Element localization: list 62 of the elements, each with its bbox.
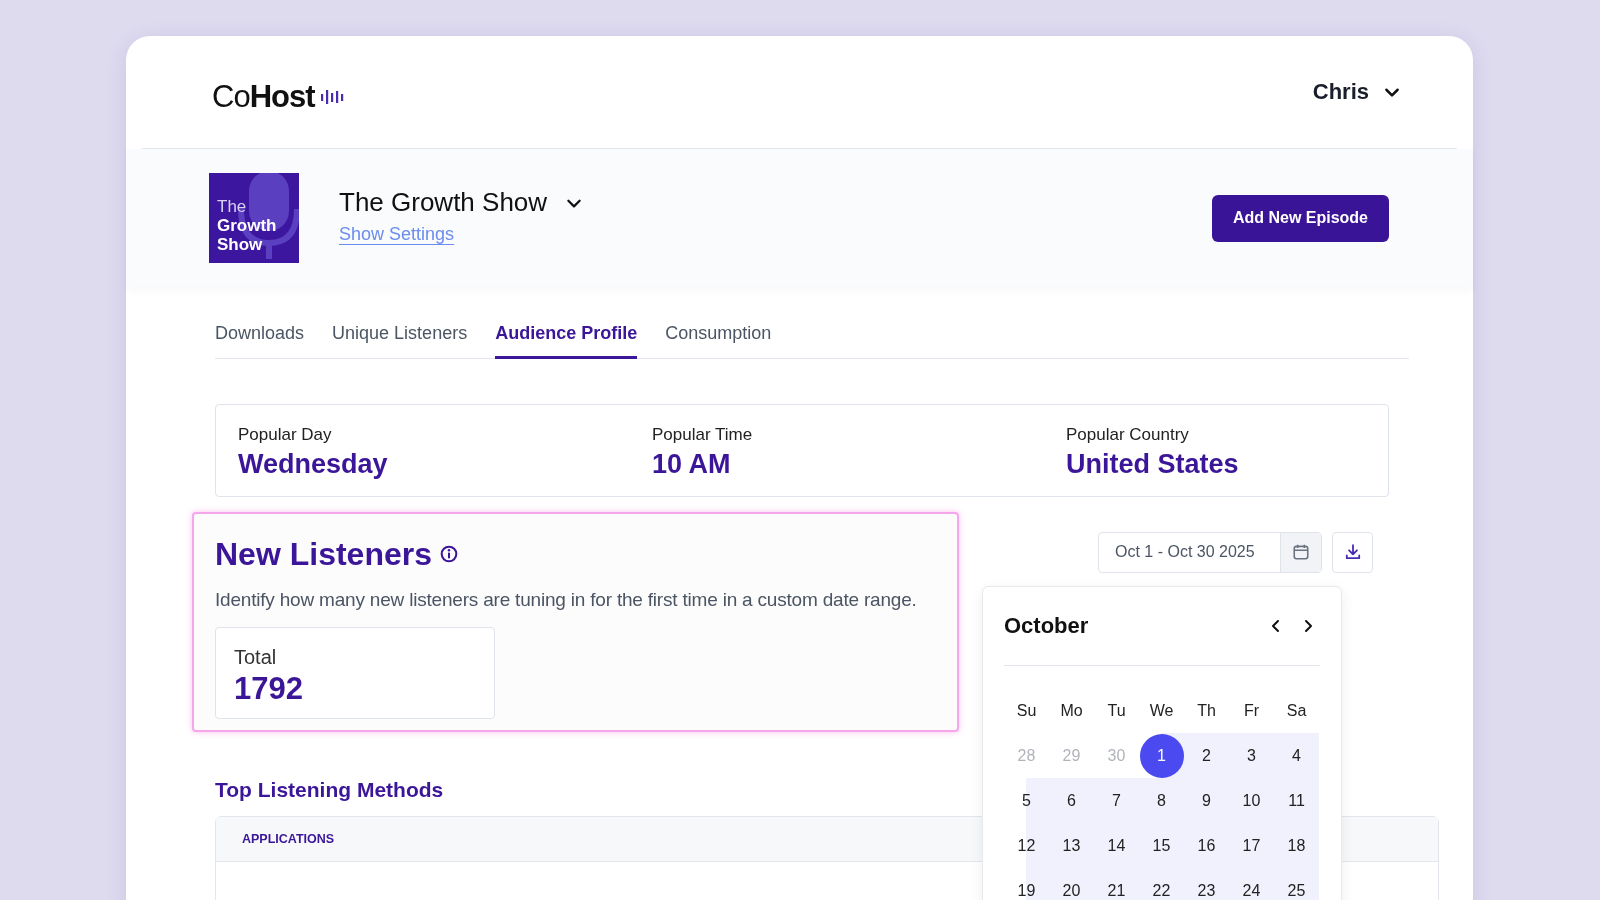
calendar-day[interactable]: 16 bbox=[1184, 823, 1229, 868]
tab[interactable]: Unique Listeners bbox=[332, 315, 468, 359]
stat-label: Popular Country bbox=[1066, 424, 1190, 445]
month-title: October bbox=[1004, 613, 1089, 639]
tab[interactable]: Downloads bbox=[215, 315, 305, 359]
stat-value: United States bbox=[1066, 448, 1240, 480]
user-menu[interactable]: Chris bbox=[1312, 79, 1401, 105]
calendar-day[interactable]: 5 bbox=[1004, 778, 1049, 823]
waveform-icon bbox=[320, 90, 345, 104]
weekday-label: Mo bbox=[1059, 700, 1084, 721]
date-range-field[interactable]: Oct 1 - Oct 30 2025 bbox=[1098, 531, 1322, 573]
calendar-day[interactable]: 17 bbox=[1229, 823, 1274, 868]
calendar-day[interactable]: 3 bbox=[1229, 733, 1274, 778]
total-value: 1792 bbox=[234, 670, 304, 707]
calendar-day[interactable]: 22 bbox=[1139, 868, 1184, 900]
calendar-day[interactable]: 6 bbox=[1049, 778, 1094, 823]
tab[interactable]: Consumption bbox=[665, 315, 772, 359]
add-episode-button[interactable]: Add New Episode bbox=[1211, 194, 1389, 242]
logo-text: CoHost bbox=[212, 79, 315, 115]
weekday-label: Su bbox=[1015, 700, 1038, 721]
stat-label: Popular Time bbox=[652, 424, 754, 445]
calendar-day[interactable]: 21 bbox=[1094, 868, 1139, 900]
calendar-day[interactable]: 14 bbox=[1094, 823, 1139, 868]
calendar-icon[interactable] bbox=[1292, 543, 1310, 561]
info-icon[interactable] bbox=[439, 545, 458, 563]
stat-value: 10 AM bbox=[652, 448, 732, 480]
calendar-day[interactable]: 23 bbox=[1184, 868, 1229, 900]
stat-value: Wednesday bbox=[238, 448, 389, 480]
tab[interactable]: Audience Profile bbox=[495, 315, 638, 359]
section-title: New Listeners bbox=[215, 535, 432, 573]
section-title: Top Listening Methods bbox=[215, 777, 444, 802]
description-text: Identify how many new listeners are tuning in for the first time in a custom date range. bbox=[215, 588, 918, 611]
weekday-label: Sa bbox=[1285, 700, 1308, 721]
calendar-day[interactable]: 12 bbox=[1004, 823, 1049, 868]
download-icon bbox=[1343, 543, 1362, 561]
cover-title-line: The bbox=[217, 197, 247, 216]
calendar-day[interactable]: 2 bbox=[1184, 733, 1229, 778]
calendar-day[interactable]: 11 bbox=[1274, 778, 1319, 823]
show-title: The Growth Show bbox=[339, 187, 548, 218]
calendar-day[interactable]: 20 bbox=[1049, 868, 1094, 900]
calendar-day[interactable]: 24 bbox=[1229, 868, 1274, 900]
column-header: APPLICATIONS bbox=[242, 831, 335, 846]
weekday-label: Fr bbox=[1242, 700, 1261, 721]
calendar-day[interactable]: 15 bbox=[1139, 823, 1184, 868]
calendar-day[interactable]: 1 bbox=[1139, 733, 1184, 778]
calendar-day[interactable]: 25 bbox=[1274, 868, 1319, 900]
stat-label: Popular Day bbox=[238, 424, 333, 445]
calendar-day[interactable]: 10 bbox=[1229, 778, 1274, 823]
cover-title-line: Growth bbox=[217, 216, 277, 235]
download-button[interactable] bbox=[1332, 531, 1373, 573]
calendar-day[interactable]: 18 bbox=[1274, 823, 1319, 868]
calendar-day[interactable]: 19 bbox=[1004, 868, 1049, 900]
calendar-day[interactable]: 8 bbox=[1139, 778, 1184, 823]
weekday-label: We bbox=[1148, 700, 1175, 721]
calendar-day[interactable]: 7 bbox=[1094, 778, 1139, 823]
calendar-day[interactable]: 4 bbox=[1274, 733, 1319, 778]
total-label: Total bbox=[234, 645, 278, 669]
weekday-label: Tu bbox=[1106, 700, 1127, 721]
calendar-day[interactable]: 9 bbox=[1184, 778, 1229, 823]
calendar-day[interactable]: 13 bbox=[1049, 823, 1094, 868]
weekday-label: Th bbox=[1196, 700, 1217, 721]
cover-title-line: Show bbox=[217, 235, 263, 254]
